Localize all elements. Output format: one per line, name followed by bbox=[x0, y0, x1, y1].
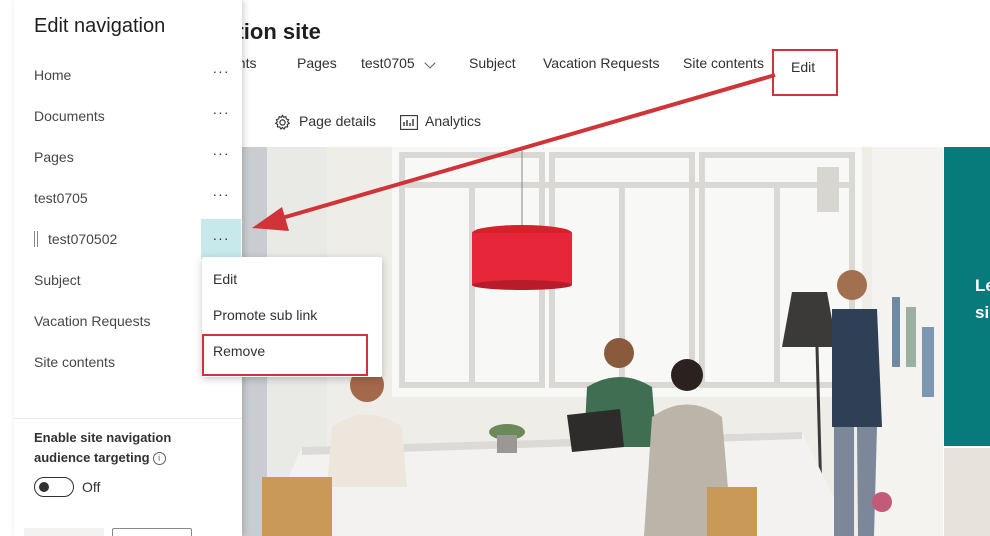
nav-item-test0705[interactable]: test0705 ··· bbox=[14, 184, 242, 214]
nav-item-label: Pages bbox=[34, 149, 74, 165]
nav-item-label: Site contents bbox=[34, 354, 115, 370]
gear-icon[interactable] bbox=[274, 114, 291, 131]
info-icon[interactable]: i bbox=[152, 452, 166, 465]
nav-item-label: test070502 bbox=[48, 231, 118, 247]
menu-item-promote-sub-link[interactable]: Promote sub link bbox=[202, 299, 382, 333]
menu-item-label: Promote sub link bbox=[213, 307, 318, 323]
topnav-item-vacation-requests[interactable]: Vacation Requests bbox=[543, 55, 659, 71]
remove-highlight-box bbox=[202, 334, 368, 376]
cancel-button[interactable] bbox=[112, 528, 192, 536]
topnav-item-subject[interactable]: Subject bbox=[469, 55, 516, 71]
more-options-button[interactable]: ··· bbox=[201, 143, 241, 179]
nav-item-test070502[interactable]: test070502 ··· bbox=[14, 219, 242, 259]
edit-navigation-link[interactable]: Edit bbox=[772, 49, 838, 96]
chevron-down-icon[interactable] bbox=[424, 57, 436, 69]
more-options-button[interactable]: ··· bbox=[201, 184, 241, 220]
promo-text-line-2: si bbox=[975, 303, 990, 322]
nav-item-context-menu: Edit Promote sub link Remove bbox=[202, 257, 382, 377]
nav-item-home[interactable]: Home ··· bbox=[14, 61, 242, 91]
analytics-button[interactable]: Analytics bbox=[425, 113, 481, 129]
secondary-image bbox=[944, 448, 990, 536]
promo-text-line-1: Le bbox=[975, 276, 990, 295]
nav-item-label: test0705 bbox=[34, 190, 88, 206]
more-options-button[interactable]: ··· bbox=[201, 102, 241, 138]
topnav-item-pages[interactable]: Pages bbox=[297, 55, 337, 71]
nav-item-label: Documents bbox=[34, 108, 105, 124]
nav-item-label: Subject bbox=[34, 272, 81, 288]
promo-tile[interactable]: Le si bbox=[944, 147, 990, 446]
edit-link-label: Edit bbox=[791, 59, 816, 75]
toggle-knob bbox=[39, 482, 49, 492]
nav-item-documents[interactable]: Documents ··· bbox=[14, 102, 242, 132]
more-options-button[interactable]: ··· bbox=[201, 61, 241, 97]
page-details-button[interactable]: Page details bbox=[299, 113, 376, 129]
audience-targeting-label: Enable site navigation audience targetin… bbox=[34, 428, 224, 468]
analytics-icon[interactable] bbox=[400, 115, 418, 130]
nav-item-label: Home bbox=[34, 67, 72, 83]
nav-item-label: Vacation Requests bbox=[34, 313, 151, 329]
sub-link-indicator bbox=[34, 231, 38, 247]
topnav-item-site-contents[interactable]: Site contents bbox=[683, 55, 764, 71]
panel-title: Edit navigation bbox=[34, 15, 166, 37]
toggle-state-label: Off bbox=[82, 479, 101, 495]
panel-divider bbox=[14, 418, 242, 419]
more-options-button-active[interactable]: ··· bbox=[201, 219, 241, 259]
save-button[interactable] bbox=[24, 528, 104, 536]
sharepoint-screen: cation site ents Pages test0705 Subject … bbox=[0, 0, 990, 536]
audience-targeting-text: Enable site navigation audience targetin… bbox=[34, 430, 172, 465]
topnav-item-test0705[interactable]: test0705 bbox=[361, 55, 415, 71]
menu-item-label: Edit bbox=[213, 271, 238, 287]
menu-item-edit[interactable]: Edit bbox=[202, 263, 382, 297]
nav-item-pages[interactable]: Pages ··· bbox=[14, 143, 242, 173]
audience-targeting-toggle[interactable] bbox=[34, 477, 74, 497]
